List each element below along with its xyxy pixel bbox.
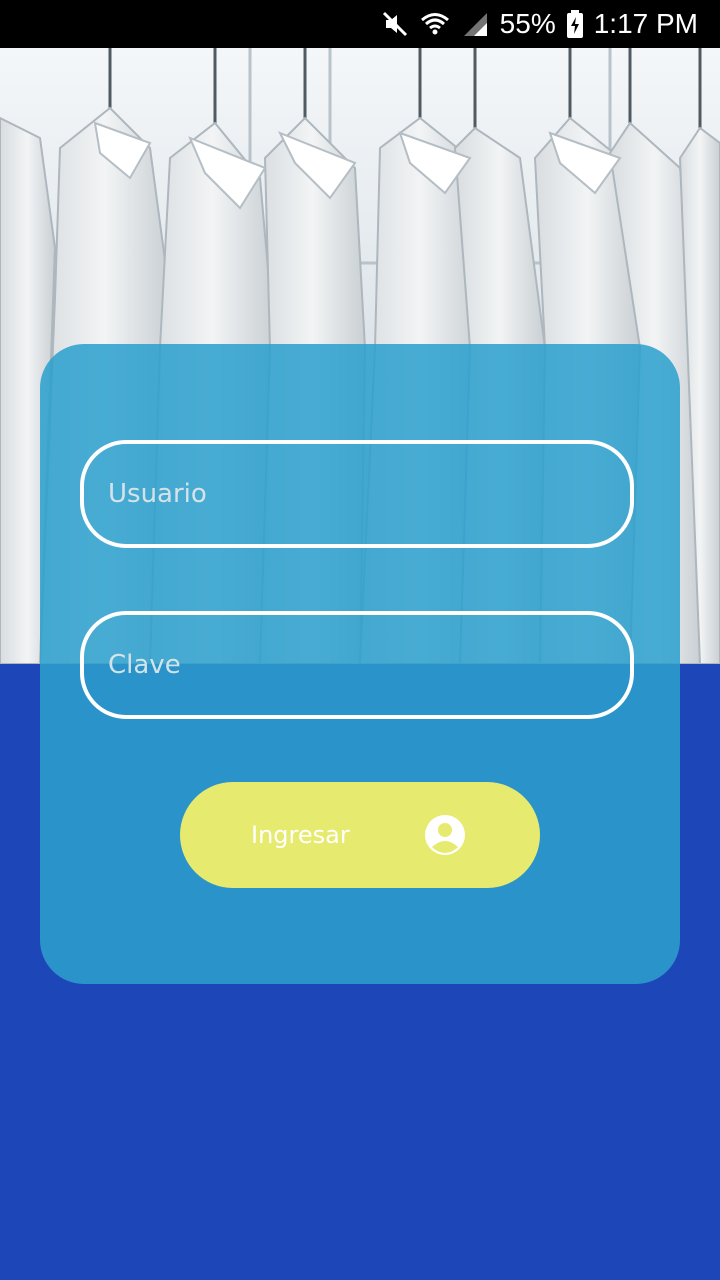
battery-percent: 55% — [499, 8, 556, 39]
battery-charging-icon — [566, 10, 583, 38]
password-field[interactable] — [80, 611, 634, 719]
signal-icon — [463, 13, 487, 36]
password-input[interactable] — [106, 649, 630, 681]
mute-icon — [382, 11, 407, 37]
clock: 1:17 PM — [593, 8, 698, 39]
account-circle-icon — [425, 815, 465, 855]
username-field[interactable] — [80, 440, 634, 548]
status-bar: 55% 1:17 PM — [0, 0, 720, 48]
wifi-icon — [420, 13, 449, 35]
login-button-label: Ingresar — [251, 821, 350, 849]
username-input[interactable] — [106, 478, 630, 510]
login-card: Ingresar — [40, 344, 680, 984]
login-screen: 55% 1:17 PM Usuario Ingresar — [0, 0, 720, 1280]
login-button[interactable]: Ingresar — [180, 782, 540, 888]
